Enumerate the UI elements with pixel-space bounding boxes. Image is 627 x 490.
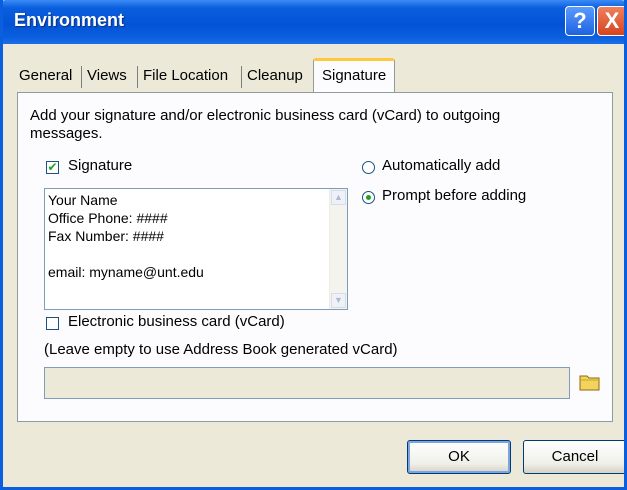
close-button[interactable]: X — [597, 6, 624, 36]
signature-line: Office Phone: #### — [48, 210, 168, 226]
signature-checkbox-label[interactable]: Signature — [68, 157, 132, 174]
window-title: Environment — [14, 10, 125, 30]
tab-general[interactable]: General — [19, 62, 72, 90]
signature-tab-panel: Add your signature and/or electronic bus… — [17, 92, 613, 422]
vcard-path-field[interactable] — [44, 367, 570, 399]
scroll-down-icon[interactable]: ▼ — [331, 293, 346, 308]
vcard-hint: (Leave empty to use Address Book generat… — [44, 341, 398, 358]
folder-icon — [579, 375, 600, 391]
signature-text-lines: Your Name Office Phone: #### Fax Number:… — [48, 191, 204, 281]
vcard-checkbox[interactable] — [46, 317, 59, 330]
help-button[interactable]: ? — [565, 6, 595, 36]
signature-line — [48, 245, 204, 263]
ok-button[interactable]: OK — [407, 440, 511, 474]
tab-divider — [81, 66, 82, 88]
signature-textarea[interactable]: Your Name Office Phone: #### Fax Number:… — [44, 188, 348, 310]
signature-line: email: myname@unt.edu — [48, 264, 204, 280]
prompt-before-adding-radio[interactable] — [362, 191, 375, 204]
scroll-up-icon[interactable]: ▲ — [331, 190, 346, 205]
signature-line: Fax Number: #### — [48, 228, 164, 244]
prompt-before-adding-label[interactable]: Prompt before adding — [382, 187, 526, 204]
browse-folder-button[interactable] — [578, 371, 602, 393]
cancel-button[interactable]: Cancel — [523, 440, 624, 474]
signature-line: Your Name — [48, 192, 118, 208]
automatically-add-label[interactable]: Automatically add — [382, 157, 500, 174]
signature-checkbox[interactable]: ✔ — [46, 161, 59, 174]
automatically-add-radio[interactable] — [362, 161, 375, 174]
tab-divider — [241, 66, 242, 88]
vcard-checkbox-label[interactable]: Electronic business card (vCard) — [68, 313, 285, 330]
description-text-continued: messages. — [30, 125, 103, 142]
environment-dialog: Environment ? X General Views File Locat… — [0, 0, 627, 490]
description-text: Add your signature and/or electronic bus… — [30, 107, 501, 124]
tab-signature[interactable]: Signature — [313, 58, 396, 92]
tab-cleanup[interactable]: Cleanup — [247, 62, 303, 90]
textarea-scrollbar[interactable]: ▲ ▼ — [329, 189, 347, 309]
tab-views[interactable]: Views — [87, 62, 127, 90]
tab-file-location[interactable]: File Location — [143, 62, 228, 90]
title-bar[interactable]: Environment ? X — [3, 0, 624, 44]
tab-divider — [137, 66, 138, 88]
